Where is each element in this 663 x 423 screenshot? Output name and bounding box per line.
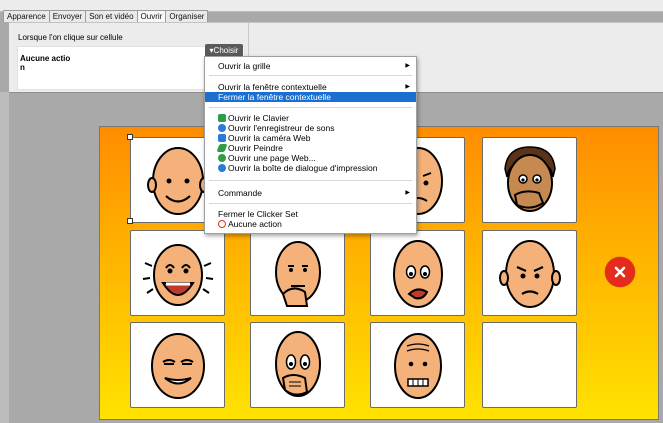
menu-item-no-action[interactable]: Aucune action [205,219,416,229]
menu-separator [209,203,412,204]
menu-item-label: Aucune action [228,219,282,229]
grid-cell-12[interactable] [482,322,577,408]
menu-separator [209,107,412,108]
action-dropdown-menu: Ouvrir la grille ▶ Ouvrir la fenêtre con… [204,56,417,234]
upset-face-icon [392,240,443,308]
menu-separator [209,75,412,76]
menu-separator [209,180,412,181]
grid-cell-11[interactable] [370,322,465,408]
menu-item-label: Fermer la fenêtre contextuelle [218,92,331,102]
menu-item-label: Ouvrir la caméra Web [228,133,311,143]
menu-item-open-recorder[interactable]: Ouvrir l'enregistreur de sons [205,123,416,133]
tab-apparence[interactable]: Apparence [3,10,50,22]
keyboard-icon [218,114,226,122]
microphone-icon [218,124,226,132]
click-action-label: Lorsque l'on clique sur cellule [18,33,123,42]
menu-item-label: Commande [218,188,262,198]
pencil-icon [216,144,228,152]
close-button[interactable] [605,257,635,287]
selection-handle[interactable] [127,134,133,140]
grid-cell-6[interactable] [250,230,345,316]
menu-item-open-print-dialog[interactable]: Ouvrir la boîte de dialogue d'impression [205,163,416,173]
selection-handle[interactable] [127,218,133,224]
menu-item-label: Ouvrir la fenêtre contextuelle [218,82,327,92]
thinking-face-icon [274,241,321,307]
chevron-right-icon: ▶ [405,84,410,90]
menu-item-open-grid[interactable]: Ouvrir la grille ▶ [205,61,416,71]
menu-item-label: Ouvrir le Clavier [228,113,289,123]
web-icon [218,154,226,162]
shocked-face-icon [274,331,321,397]
angry-face-icon [498,240,561,308]
property-tabs: Apparence Envoyer Son et vidéo Ouvrir Or… [3,10,209,22]
action-text-line1: Aucune actio [20,54,71,63]
menu-item-open-webpage[interactable]: Ouvrir une page Web... [205,153,416,163]
chevron-right-icon: ▶ [405,190,410,196]
no-action-icon [218,220,226,228]
menu-item-label: Fermer le Clicker Set [218,209,298,219]
menu-item-open-webcam[interactable]: Ouvrir la caméra Web [205,133,416,143]
grid-cell-5[interactable] [130,230,225,316]
grid-cell-8[interactable] [482,230,577,316]
printer-icon [218,164,226,172]
menu-item-label: Ouvrir la boîte de dialogue d'impression [228,163,378,173]
grid-cell-10[interactable] [250,322,345,408]
camera-icon [218,134,226,142]
menu-item-close-clicker-set[interactable]: Fermer le Clicker Set [205,209,416,219]
menu-item-label: Ouvrir l'enregistreur de sons [228,123,335,133]
menu-item-command[interactable]: Commande ▶ [205,188,416,198]
menu-item-open-popup[interactable]: Ouvrir la fenêtre contextuelle ▶ [205,82,416,92]
close-icon [614,266,626,278]
smiling-face-icon [146,147,209,215]
laughing-face-icon [142,244,213,306]
action-text-line2: n [20,63,25,72]
grid-cell-4[interactable] [482,137,577,223]
menu-item-label: Ouvrir une page Web... [228,153,316,163]
grid-cell-7[interactable] [370,230,465,316]
current-action-text: Aucune actio n [20,54,70,72]
grid-cell-9[interactable] [130,322,225,408]
covering-mouth-face-icon [503,146,556,212]
left-strip [0,92,9,423]
menu-item-label: Ouvrir Peindre [228,143,283,153]
menu-item-open-keyboard[interactable]: Ouvrir le Clavier [205,113,416,123]
tab-ouvrir[interactable]: Ouvrir [136,10,167,22]
tab-organiser[interactable]: Organiser [165,10,209,22]
menu-item-close-popup[interactable]: Fermer la fenêtre contextuelle [205,92,416,102]
menu-item-open-paint[interactable]: Ouvrir Peindre [205,143,416,153]
tab-envoyer[interactable]: Envoyer [48,10,87,22]
sly-face-icon [150,333,205,399]
menu-item-label: Ouvrir la grille [218,61,271,71]
chevron-right-icon: ▶ [405,63,410,69]
tab-son-et-video[interactable]: Son et vidéo [85,10,138,22]
nervous-face-icon [393,333,442,399]
